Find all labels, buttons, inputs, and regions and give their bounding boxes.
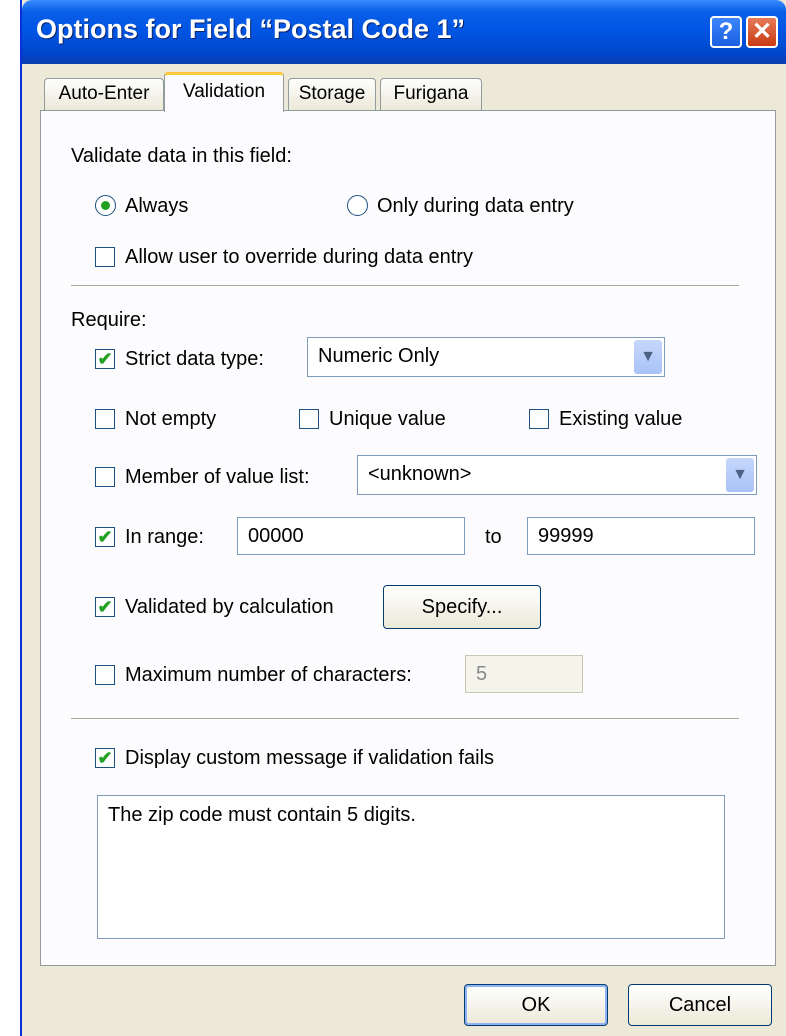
max-chars-input[interactable]: 5 <box>465 655 583 693</box>
options-dialog: Options for Field “Postal Code 1” ? ✕ Au… <box>20 0 786 1036</box>
cancel-button[interactable]: Cancel <box>628 984 772 1026</box>
ok-button[interactable]: OK <box>464 984 608 1026</box>
member-list-label[interactable]: Member of value list: <box>125 466 310 489</box>
data-entry-label[interactable]: Only during data entry <box>377 195 574 218</box>
value-list-value: <unknown> <box>368 463 472 485</box>
override-checkbox[interactable] <box>95 247 115 267</box>
dialog-title: Options for Field “Postal Code 1” <box>36 14 466 44</box>
existing-value-checkbox[interactable] <box>529 409 549 429</box>
custom-message-label[interactable]: Display custom message if validation fai… <box>125 747 494 770</box>
require-heading: Require: <box>71 309 147 331</box>
data-entry-radio[interactable] <box>347 195 368 216</box>
tab-auto-enter[interactable]: Auto-Enter <box>44 78 164 110</box>
strict-type-checkbox[interactable]: ✔ <box>95 349 115 369</box>
radio-selected-dot <box>101 201 110 210</box>
validate-heading: Validate data in this field: <box>71 145 292 167</box>
not-empty-label[interactable]: Not empty <box>125 408 216 431</box>
override-label[interactable]: Allow user to override during data entry <box>125 246 473 269</box>
not-empty-checkbox[interactable] <box>95 409 115 429</box>
in-range-label[interactable]: In range: <box>125 526 204 549</box>
range-to-label: to <box>485 526 502 548</box>
range-from-input[interactable]: 00000 <box>237 517 465 555</box>
specify-button[interactable]: Specify... <box>383 585 541 629</box>
custom-message-checkbox[interactable]: ✔ <box>95 748 115 768</box>
max-chars-label[interactable]: Maximum number of characters: <box>125 664 412 687</box>
strict-type-select[interactable]: Numeric Only ▼ <box>307 337 665 377</box>
tab-furigana[interactable]: Furigana <box>380 78 482 110</box>
existing-value-label[interactable]: Existing value <box>559 408 682 431</box>
checkmark-icon: ✔ <box>97 527 113 547</box>
strict-type-label[interactable]: Strict data type: <box>125 348 264 371</box>
chevron-down-icon[interactable]: ▼ <box>726 458 754 492</box>
calculation-label[interactable]: Validated by calculation <box>125 596 334 619</box>
chevron-down-icon[interactable]: ▼ <box>634 340 662 374</box>
calculation-checkbox[interactable]: ✔ <box>95 597 115 617</box>
tab-storage[interactable]: Storage <box>288 78 376 110</box>
unique-value-label[interactable]: Unique value <box>329 408 446 431</box>
close-icon: ✕ <box>751 18 773 45</box>
tab-validation[interactable]: Validation <box>164 72 284 112</box>
validation-panel: Validate data in this field: Always Only… <box>40 110 776 966</box>
unique-value-checkbox[interactable] <box>299 409 319 429</box>
value-list-select[interactable]: <unknown> ▼ <box>357 455 757 495</box>
always-radio[interactable] <box>95 195 116 216</box>
custom-message-textarea[interactable]: The zip code must contain 5 digits. <box>97 795 725 939</box>
always-label[interactable]: Always <box>125 195 188 218</box>
strict-type-value: Numeric Only <box>318 345 440 367</box>
member-list-checkbox[interactable] <box>95 467 115 487</box>
max-chars-checkbox[interactable] <box>95 665 115 685</box>
checkmark-icon: ✔ <box>97 597 113 617</box>
separator <box>71 285 739 287</box>
checkmark-icon: ✔ <box>97 748 113 768</box>
checkmark-icon: ✔ <box>97 349 113 369</box>
help-icon: ? <box>718 18 734 45</box>
title-bar[interactable]: Options for Field “Postal Code 1” ? ✕ <box>22 0 786 64</box>
close-button[interactable]: ✕ <box>746 16 778 48</box>
help-button[interactable]: ? <box>710 16 742 48</box>
range-to-input[interactable]: 99999 <box>527 517 755 555</box>
separator <box>71 718 739 720</box>
in-range-checkbox[interactable]: ✔ <box>95 527 115 547</box>
